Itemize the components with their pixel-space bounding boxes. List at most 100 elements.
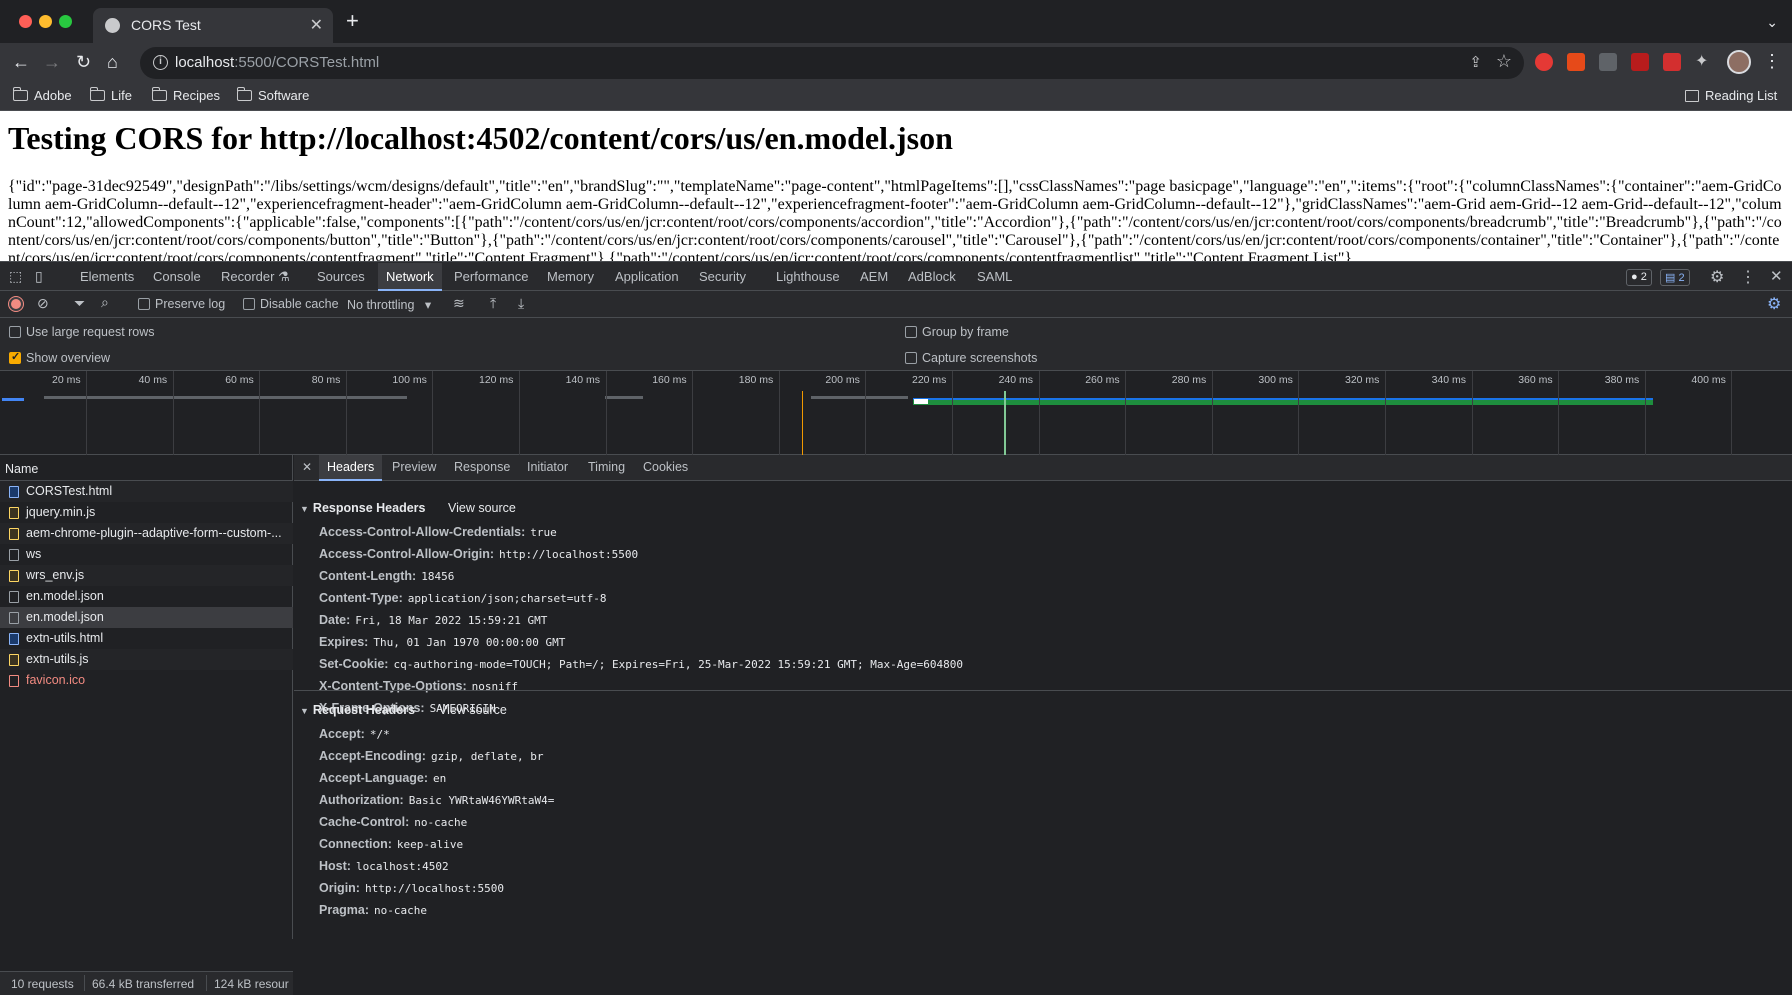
tab-performance[interactable]: Performance — [454, 269, 528, 284]
network-overview-timeline[interactable]: 20 ms 40 ms 60 ms 80 ms 100 ms 120 ms 140 ms 16… — [0, 371, 1792, 455]
request-row[interactable]: wrs_env.js — [0, 565, 293, 586]
profile-avatar[interactable] — [1727, 50, 1751, 74]
request-headers-section[interactable]: ▼ Request Headers — [300, 703, 415, 717]
back-arrow-icon[interactable]: ← — [12, 51, 30, 73]
bookmark-folder-adobe[interactable]: Adobe — [12, 87, 72, 103]
network-settings-gear-icon[interactable]: ⚙ — [1767, 294, 1781, 314]
extension-shield-icon[interactable] — [1535, 53, 1553, 71]
request-row[interactable]: favicon.ico — [0, 670, 293, 691]
record-button[interactable] — [9, 297, 23, 311]
tab-search-chevron-icon[interactable]: ⌄ — [1766, 14, 1778, 31]
bookmark-folder-life[interactable]: Life — [89, 87, 132, 103]
browser-tab[interactable]: CORS Test ✕ — [93, 8, 333, 43]
messages-badge[interactable]: ▤ 2 — [1660, 269, 1690, 286]
request-view-source-link[interactable]: View source — [439, 703, 507, 717]
tab-saml[interactable]: SAML — [977, 269, 1012, 284]
header-row[interactable]: Access-Control-Allow-Credentials: true — [319, 525, 557, 539]
extension-code-icon[interactable] — [1599, 53, 1617, 71]
reading-list-button[interactable]: Reading List — [1685, 88, 1777, 103]
group-by-frame-checkbox[interactable] — [905, 326, 917, 338]
request-row[interactable]: en.model.json — [0, 607, 293, 628]
disable-cache-checkbox[interactable] — [243, 298, 255, 310]
name-column-header[interactable]: Name — [0, 455, 293, 481]
tab-preview[interactable]: Preview — [392, 460, 436, 474]
header-row[interactable]: Access-Control-Allow-Origin: http://local… — [319, 547, 638, 561]
window-close-button[interactable] — [19, 15, 32, 28]
header-row[interactable]: Content-Length: 18456 — [319, 569, 454, 583]
tab-sources[interactable]: Sources — [317, 269, 365, 284]
window-maximize-button[interactable] — [59, 15, 72, 28]
header-row[interactable]: Accept-Encoding: gzip, deflate, br — [319, 749, 544, 763]
tab-timing[interactable]: Timing — [588, 460, 625, 474]
extension-translate-icon[interactable] — [1567, 53, 1585, 71]
url-text[interactable]: localhost:5500/CORSTest.html — [175, 54, 379, 71]
network-conditions-icon[interactable]: ≋ — [453, 295, 465, 312]
show-overview-checkbox[interactable] — [9, 350, 21, 364]
header-row[interactable]: Authorization: Basic YWRtaW46YWRtaW4= — [319, 793, 554, 807]
request-row[interactable]: extn-utils.js — [0, 649, 293, 670]
import-har-icon[interactable]: ⤒ — [490, 295, 496, 312]
header-row[interactable]: Connection: keep-alive — [319, 837, 463, 851]
extension-acrobat-icon[interactable] — [1663, 53, 1681, 71]
header-row[interactable]: Origin: http://localhost:5500 — [319, 881, 504, 895]
request-row[interactable]: ws — [0, 544, 293, 565]
export-har-icon[interactable]: ⤓ — [518, 295, 524, 312]
header-row[interactable]: Expires: Thu, 01 Jan 1970 00:00:00 GMT — [319, 635, 565, 649]
header-row[interactable]: Host: localhost:4502 — [319, 859, 449, 873]
tab-security[interactable]: Security — [699, 269, 746, 284]
search-icon[interactable]: ⌕ — [101, 294, 109, 311]
response-headers-section[interactable]: ▼ Response Headers — [300, 501, 425, 515]
header-row[interactable]: Pragma: no-cache — [319, 903, 427, 917]
inspect-element-icon[interactable]: ⬚ — [9, 268, 22, 285]
share-icon[interactable]: ⇪ — [1469, 53, 1482, 71]
request-row[interactable]: extn-utils.html — [0, 628, 293, 649]
tab-recorder[interactable]: Recorder ⚗ — [221, 269, 290, 285]
close-details-icon[interactable]: ✕ — [302, 460, 312, 474]
more-options-icon[interactable]: ⋮ — [1740, 267, 1756, 287]
request-row[interactable]: CORSTest.html — [0, 481, 293, 502]
bookmark-folder-recipes[interactable]: Recipes — [151, 87, 220, 103]
header-row[interactable]: Accept-Language: en — [319, 771, 446, 785]
header-row[interactable]: Cache-Control: no-cache — [319, 815, 467, 829]
header-row[interactable]: Date: Fri, 18 Mar 2022 15:59:21 GMT — [319, 613, 547, 627]
window-minimize-button[interactable] — [39, 15, 52, 28]
tab-adblock[interactable]: AdBlock — [908, 269, 956, 284]
tab-response[interactable]: Response — [454, 460, 510, 474]
bookmark-folder-software[interactable]: Software — [236, 87, 309, 103]
forward-arrow-icon[interactable]: → — [43, 51, 61, 73]
request-row[interactable]: aem-chrome-plugin--adaptive-form--custom… — [0, 523, 293, 544]
header-row[interactable]: Content-Type: application/json;charset=ut… — [319, 591, 606, 605]
extensions-puzzle-icon[interactable]: ✦ — [1695, 51, 1713, 70]
tab-lighthouse[interactable]: Lighthouse — [776, 269, 840, 284]
request-row[interactable]: en.model.json — [0, 586, 293, 607]
new-tab-button[interactable]: + — [346, 10, 359, 32]
tab-console[interactable]: Console — [153, 269, 201, 284]
capture-screenshots-checkbox[interactable] — [905, 352, 917, 364]
header-row[interactable]: Accept: */* — [319, 727, 390, 741]
clear-icon[interactable]: ⊘ — [37, 295, 49, 312]
throttling-select[interactable]: No throttling ▾ — [347, 297, 431, 312]
tab-cookies[interactable]: Cookies — [643, 460, 688, 474]
reload-icon[interactable]: ↻ — [76, 51, 91, 73]
filter-icon[interactable]: ⏷ — [74, 295, 85, 312]
preserve-log-checkbox[interactable] — [138, 298, 150, 310]
address-bar[interactable]: i localhost:5500/CORSTest.html ⇪ ☆ — [140, 47, 1524, 79]
response-view-source-link[interactable]: View source — [448, 501, 516, 515]
tab-headers[interactable]: Headers — [319, 455, 383, 481]
site-info-icon[interactable]: i — [153, 55, 168, 70]
tab-initiator[interactable]: Initiator — [527, 460, 568, 474]
close-devtools-icon[interactable]: ✕ — [1770, 267, 1783, 285]
device-toolbar-icon[interactable]: ▯ — [35, 268, 43, 285]
tab-application[interactable]: Application — [615, 269, 679, 284]
browser-menu-icon[interactable]: ⋮ — [1763, 51, 1781, 72]
issues-badge[interactable]: ● 2 — [1626, 269, 1652, 286]
request-row[interactable]: jquery.min.js — [0, 502, 293, 523]
home-icon[interactable]: ⌂ — [107, 51, 118, 73]
settings-gear-icon[interactable]: ⚙ — [1710, 267, 1724, 287]
tab-elements[interactable]: Elements — [80, 269, 134, 284]
header-row[interactable]: Set-Cookie: cq-authoring-mode=TOUCH; Path… — [319, 657, 963, 671]
tab-aem[interactable]: AEM — [860, 269, 888, 284]
tab-close-icon[interactable]: ✕ — [310, 15, 323, 35]
bookmark-star-icon[interactable]: ☆ — [1496, 51, 1512, 72]
tab-memory[interactable]: Memory — [547, 269, 594, 284]
